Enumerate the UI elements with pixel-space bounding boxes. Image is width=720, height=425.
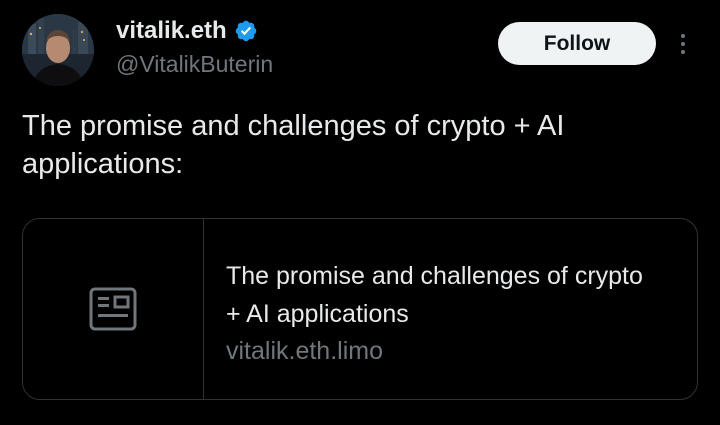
author-name-row[interactable]: vitalik.eth [116,16,258,46]
link-card-thumbnail [23,219,204,399]
avatar-image [22,14,94,86]
more-vertical-icon [681,34,685,38]
author-handle[interactable]: @VitalikButerin [116,50,273,78]
follow-button[interactable]: Follow [498,22,656,65]
link-preview-card[interactable]: The promise and challenges of crypto + A… [22,218,698,400]
tweet-text: The promise and challenges of crypto + A… [22,110,565,180]
more-vertical-icon-dot [681,42,685,46]
avatar[interactable] [22,14,94,86]
link-card-domain: vitalik.eth.limo [226,337,383,365]
more-options-button[interactable] [673,28,693,60]
article-icon [89,287,137,331]
verified-badge-icon [235,20,256,42]
display-name[interactable]: vitalik.eth [116,16,227,46]
link-card-body: The promise and challenges of crypto + A… [204,219,646,399]
link-card-title: The promise and challenges of crypto + A… [226,262,643,328]
more-vertical-icon-dot [681,50,685,54]
